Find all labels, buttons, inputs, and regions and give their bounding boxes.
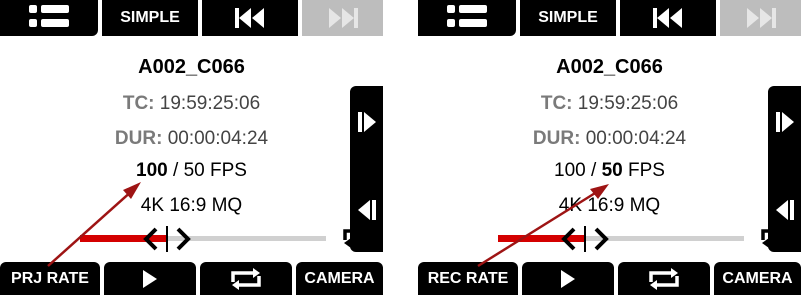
simple-button[interactable]: SIMPLE: [520, 0, 616, 36]
duration-row: DUR: 00:00:04:24: [0, 128, 383, 150]
format-row: 4K 16:9 MQ: [558, 195, 661, 216]
camera-button[interactable]: CAMERA: [296, 262, 383, 295]
loop-icon: [649, 267, 679, 290]
playhead-handle[interactable]: [138, 223, 198, 255]
play-icon: [143, 269, 157, 288]
camera-label: CAMERA: [304, 269, 375, 287]
prj-rate-label: PRJ RATE: [11, 269, 89, 287]
playback-screen-prj-rate: SIMPLE A002_C066 TC: 19:59:25:06 DUR: 00…: [0, 0, 383, 295]
dur-value: 00:00:04:24: [585, 128, 687, 149]
menu-button[interactable]: [418, 0, 516, 36]
prj-rate-button[interactable]: PRJ RATE: [0, 262, 100, 295]
timecode-row: TC: 19:59:25:06: [0, 93, 383, 115]
fps-separator: /: [167, 160, 184, 181]
frame-rate-row: 100 / 50 FPS: [418, 160, 801, 182]
tc-label: TC:: [122, 93, 155, 114]
step-back-icon: [357, 200, 376, 220]
timecode-row: TC: 19:59:25:06: [418, 93, 801, 115]
skip-forward-icon: [328, 8, 358, 28]
step-forward-icon: [775, 112, 794, 132]
play-button[interactable]: [522, 262, 614, 295]
rec-rate-button[interactable]: REC RATE: [418, 262, 518, 295]
step-back-icon: [775, 200, 794, 220]
frame-rate-row: 100 / 50 FPS: [0, 160, 383, 182]
skip-forward-button[interactable]: [720, 0, 801, 36]
playhead-icon: [143, 226, 191, 252]
tc-label: TC:: [540, 93, 573, 114]
camera-label: CAMERA: [722, 269, 793, 287]
play-button[interactable]: [104, 262, 196, 295]
skip-back-icon: [653, 8, 682, 28]
loop-indicator: [340, 224, 376, 250]
step-forward-button[interactable]: [350, 102, 383, 142]
skip-back-button[interactable]: [202, 0, 298, 36]
loop-button[interactable]: [200, 262, 292, 295]
skip-back-icon: [235, 8, 264, 28]
playhead-handle[interactable]: [556, 223, 616, 255]
menu-icon: [447, 5, 487, 27]
menu-button[interactable]: [0, 0, 98, 36]
duration-row: DUR: 00:00:04:24: [418, 128, 801, 150]
fps-unit: FPS: [628, 160, 665, 181]
top-toolbar: SIMPLE: [418, 0, 801, 38]
tc-value: 19:59:25:06: [159, 93, 261, 114]
loop-icon: [231, 267, 261, 290]
bottom-toolbar: PRJ RATE CAMERA: [0, 262, 383, 295]
skip-back-button[interactable]: [620, 0, 716, 36]
loop-indicator: [758, 224, 794, 250]
loop-button[interactable]: [618, 262, 710, 295]
format-row: 4K 16:9 MQ: [140, 195, 243, 216]
sensor-fps: 50: [601, 160, 623, 181]
loop-icon: [343, 226, 373, 248]
bottom-toolbar: REC RATE CAMERA: [418, 262, 801, 295]
top-toolbar: SIMPLE: [0, 0, 383, 38]
step-forward-icon: [357, 112, 376, 132]
simple-button[interactable]: SIMPLE: [102, 0, 198, 36]
play-icon: [561, 269, 575, 288]
timeline-scrubber[interactable]: [498, 235, 744, 242]
tc-value: 19:59:25:06: [577, 93, 679, 114]
project-fps: 100: [136, 160, 168, 181]
playhead-icon: [561, 226, 609, 252]
step-forward-button[interactable]: [768, 102, 801, 142]
clip-name: A002_C066: [556, 56, 663, 78]
menu-icon: [29, 5, 69, 27]
timeline-scrubber[interactable]: [80, 235, 326, 242]
skip-forward-button[interactable]: [302, 0, 383, 36]
project-fps: 100: [554, 160, 586, 181]
dur-label: DUR:: [114, 128, 163, 149]
fps-separator: /: [585, 160, 602, 181]
sensor-fps: 50: [183, 160, 205, 181]
dur-label: DUR:: [532, 128, 581, 149]
simple-label: SIMPLE: [120, 9, 180, 26]
loop-icon: [761, 226, 791, 248]
rec-rate-label: REC RATE: [427, 269, 509, 287]
dur-value: 00:00:04:24: [167, 128, 269, 149]
playback-screen-rec-rate: SIMPLE A002_C066 TC: 19:59:25:06 DUR: 00…: [418, 0, 801, 295]
skip-forward-icon: [746, 8, 776, 28]
simple-label: SIMPLE: [538, 9, 598, 26]
fps-unit: FPS: [210, 160, 247, 181]
camera-button[interactable]: CAMERA: [714, 262, 801, 295]
clip-name: A002_C066: [138, 56, 245, 78]
